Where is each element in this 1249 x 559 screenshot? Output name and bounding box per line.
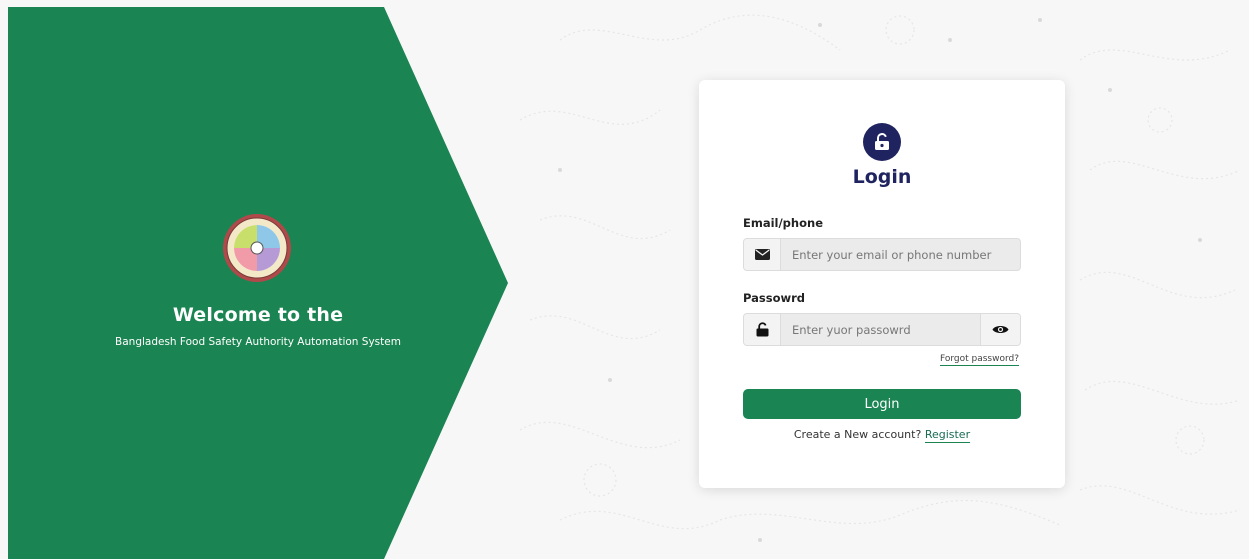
password-field[interactable] <box>781 314 980 345</box>
login-button[interactable]: Login <box>743 389 1021 419</box>
login-page: Welcome to the Bangladesh Food Safety Au… <box>0 0 1249 559</box>
forgot-password-link[interactable]: Forgot password? <box>940 354 1020 366</box>
email-field[interactable] <box>781 239 1020 270</box>
register-link[interactable]: Register <box>924 428 971 443</box>
password-visibility-toggle[interactable] <box>980 314 1020 345</box>
password-addon <box>744 314 781 345</box>
unlock-icon <box>875 133 889 150</box>
bfsa-emblem-logo <box>223 214 291 282</box>
register-prompt: Create a New account? <box>793 428 922 441</box>
eye-icon <box>992 325 1009 334</box>
welcome-section: Welcome to the Bangladesh Food Safety Au… <box>8 210 508 370</box>
welcome-title: Welcome to the <box>172 304 344 326</box>
lock-icon <box>756 322 768 337</box>
password-label: Passowrd <box>743 291 805 305</box>
email-addon <box>744 239 781 270</box>
envelope-icon <box>754 249 770 260</box>
login-card: Login Email/phone Passowrd <box>699 80 1065 488</box>
welcome-subtitle: Bangladesh Food Safety Authority Automat… <box>115 336 401 348</box>
register-line: Create a New account? Register <box>699 428 1065 443</box>
email-input-group <box>743 238 1021 271</box>
login-title: Login <box>852 166 912 188</box>
password-input-group <box>743 313 1021 346</box>
unlock-badge <box>863 123 901 161</box>
email-label: Email/phone <box>743 216 823 230</box>
